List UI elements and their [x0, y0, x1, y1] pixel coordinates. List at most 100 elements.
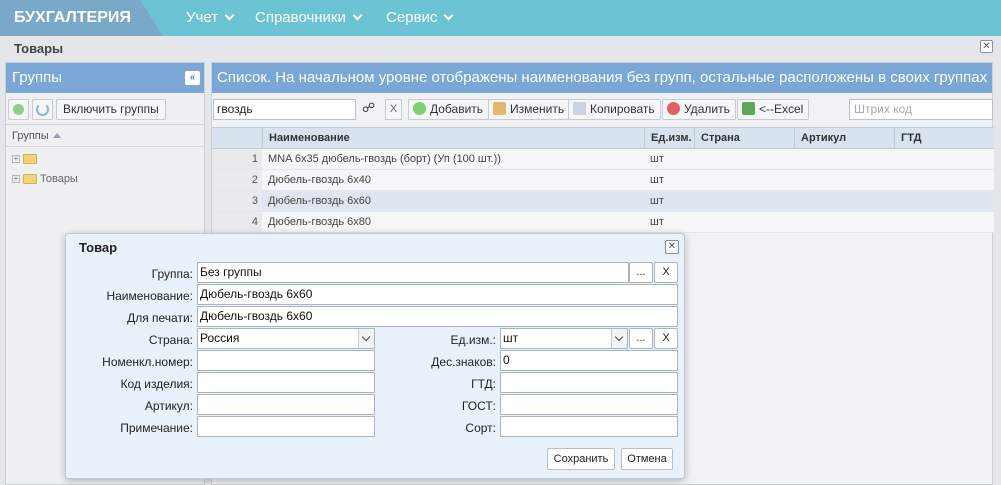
- unit-pick-button[interactable]: ...: [629, 328, 653, 349]
- window-close-icon[interactable]: ✕: [980, 40, 993, 53]
- expand-icon[interactable]: +: [12, 155, 20, 164]
- label-print: Для печати:: [127, 311, 193, 325]
- list-toolbar: гвоздь ☍ X Добавить Изменить Копировать …: [212, 93, 993, 125]
- add-button-label: Добавить: [430, 102, 484, 116]
- cell-unit: шт: [650, 195, 664, 207]
- table-row[interactable]: 4 Дюбель-гвоздь 6х80 шт: [212, 212, 994, 233]
- column-header-gtd[interactable]: ГТД: [894, 128, 994, 149]
- chevron-down-icon: [352, 10, 363, 21]
- group-clear-button[interactable]: X: [654, 262, 678, 283]
- table-row-selected[interactable]: 3 Дюбель-гвоздь 6х60 шт: [212, 191, 994, 212]
- gost-field[interactable]: [500, 394, 678, 415]
- chevron-down-icon[interactable]: [358, 329, 374, 348]
- unit-select-value: шт: [503, 331, 519, 345]
- cell-unit: шт: [650, 153, 664, 165]
- copy-icon: [573, 102, 586, 116]
- tree-node[interactable]: + Товары: [12, 171, 78, 187]
- top-bar: БУХГАЛТЕРИЯ Учет Справочники Сервис: [0, 0, 1001, 36]
- cell-name: Дюбель-гвоздь 6х80: [268, 216, 372, 228]
- gtd-field[interactable]: [500, 372, 678, 393]
- article-field[interactable]: [197, 394, 375, 415]
- tree-node[interactable]: +: [12, 151, 40, 167]
- table-header: Наименование Ед.изм. Страна Артикул ГТД: [212, 127, 994, 149]
- column-header-article[interactable]: Артикул: [794, 128, 894, 149]
- row-number: 4: [212, 212, 262, 232]
- app-brand: БУХГАЛТЕРИЯ: [0, 0, 163, 36]
- column-header-country[interactable]: Страна: [694, 128, 794, 149]
- edit-button-label: Изменить: [510, 102, 565, 116]
- include-groups-button[interactable]: Включить группы: [56, 99, 166, 120]
- table-row[interactable]: 2 Дюбель-гвоздь 6х40 шт: [212, 170, 994, 191]
- product-code-field[interactable]: [197, 372, 375, 393]
- barcode-input[interactable]: Штрих код: [849, 99, 993, 120]
- user-edit-icon: [493, 102, 506, 116]
- row-number: 2: [212, 170, 262, 190]
- edit-button[interactable]: Изменить: [488, 99, 571, 120]
- group-pick-button[interactable]: ...: [629, 262, 653, 283]
- cell-name: Дюбель-гвоздь 6х60: [268, 195, 372, 207]
- sort-field[interactable]: [500, 416, 678, 437]
- note-field[interactable]: [197, 416, 375, 437]
- label-note: Примечание:: [120, 421, 193, 435]
- window-title: Товары: [14, 41, 64, 56]
- copy-button[interactable]: Копировать: [568, 99, 661, 120]
- column-header-unit[interactable]: Ед.изм.: [644, 128, 694, 149]
- goods-dialog-body: Товар ✕ Группа: Наименование: Для печати…: [66, 234, 684, 478]
- dialog-title: Товар: [79, 240, 118, 255]
- print-name-field[interactable]: Дюбель-гвоздь 6х60: [197, 306, 678, 327]
- menu-servis[interactable]: Сервис: [386, 0, 454, 36]
- menu-servis-label: Сервис: [386, 9, 438, 26]
- collapse-panel-icon[interactable]: «: [185, 71, 200, 85]
- country-select-value: Россия: [200, 331, 240, 345]
- menu-uchet[interactable]: Учет: [186, 0, 235, 36]
- cancel-button[interactable]: Отмена: [621, 448, 673, 470]
- label-gost: ГОСТ:: [461, 399, 496, 413]
- groups-toolbar: Включить группы: [6, 93, 204, 125]
- excel-button-label: <--Excel: [759, 102, 804, 116]
- delete-button-label: Удалить: [684, 102, 730, 116]
- column-header-name[interactable]: Наименование: [262, 128, 644, 149]
- chevron-down-icon[interactable]: [611, 329, 627, 348]
- add-button[interactable]: Добавить: [408, 99, 490, 120]
- add-group-button[interactable]: [8, 99, 29, 120]
- groups-column-header[interactable]: Группы: [6, 125, 204, 147]
- delete-button[interactable]: Удалить: [662, 99, 736, 120]
- goods-table: Наименование Ед.изм. Страна Артикул ГТД …: [212, 127, 994, 233]
- search-input[interactable]: гвоздь: [213, 99, 356, 120]
- folder-icon: [23, 154, 37, 165]
- clear-search-button[interactable]: X: [385, 99, 402, 120]
- chevron-down-icon: [443, 10, 454, 21]
- cell-unit: шт: [650, 216, 664, 228]
- group-field[interactable]: Без группы: [197, 262, 629, 283]
- table-row[interactable]: 1 MNA 6x35 дюбель-гвоздь (борт) (Уп (100…: [212, 149, 994, 170]
- excel-export-button[interactable]: <--Excel: [737, 99, 810, 120]
- copy-button-label: Копировать: [590, 102, 655, 116]
- cell-unit: шт: [650, 174, 664, 186]
- excel-icon: [742, 102, 755, 116]
- goods-dialog: Товар ✕ Группа: Наименование: Для печати…: [65, 233, 685, 479]
- nomen-number-field[interactable]: [197, 350, 375, 371]
- label-country: Страна:: [148, 333, 193, 347]
- label-gtd: ГТД:: [471, 377, 496, 391]
- label-unit: Ед.изм.:: [450, 333, 496, 347]
- label-nomen: Номенкл.номер:: [102, 355, 193, 369]
- row-number: 1: [212, 149, 262, 169]
- refresh-groups-button[interactable]: [32, 99, 53, 120]
- binoculars-search-icon[interactable]: ☍: [362, 100, 378, 116]
- unit-clear-button[interactable]: X: [654, 328, 678, 349]
- unit-select[interactable]: шт: [500, 328, 628, 349]
- groups-column-label: Группы: [12, 130, 49, 142]
- name-field[interactable]: Дюбель-гвоздь 6х60: [197, 284, 678, 305]
- groups-panel-title: Группы: [12, 69, 62, 86]
- country-select[interactable]: Россия: [197, 328, 375, 349]
- label-decimals: Дес.знаков:: [431, 355, 496, 369]
- cell-name: Дюбель-гвоздь 6х40: [268, 174, 372, 186]
- decimals-field[interactable]: 0: [500, 350, 678, 371]
- save-button[interactable]: Сохранить: [547, 448, 615, 470]
- chevron-down-icon: [224, 10, 235, 21]
- dialog-close-icon[interactable]: ✕: [665, 240, 679, 254]
- menu-spravochniki[interactable]: Справочники: [255, 0, 363, 36]
- expand-icon[interactable]: +: [12, 175, 20, 184]
- tree-node-label: Товары: [40, 173, 78, 185]
- plus-circle-icon: [13, 104, 24, 115]
